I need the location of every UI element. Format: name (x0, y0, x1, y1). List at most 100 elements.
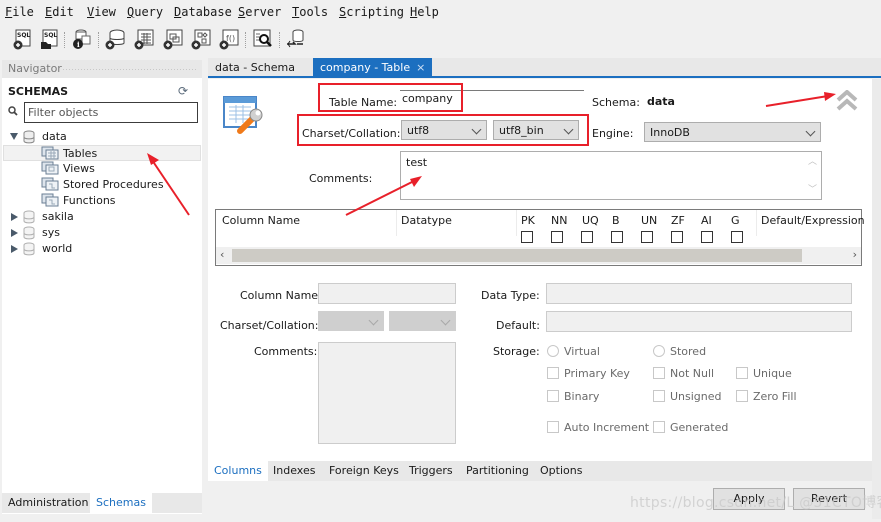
tab-partitioning[interactable]: Partitioning (460, 461, 535, 481)
chevron-down-icon (368, 315, 379, 326)
header-datatype[interactable]: Datatype (401, 214, 452, 227)
engine-select[interactable]: InnoDB (644, 122, 821, 142)
column-divider (756, 210, 757, 236)
menu-edit[interactable]: Edit (45, 5, 74, 19)
unsigned-checkbox[interactable]: Unsigned (653, 390, 722, 403)
uq-header-checkbox[interactable] (581, 231, 593, 243)
header-nn[interactable]: NN (551, 214, 567, 227)
tree-item-functions[interactable]: Functions (4, 193, 194, 209)
tab-data-schema[interactable]: data - Schema (208, 58, 302, 77)
b-header-checkbox[interactable] (611, 231, 623, 243)
header-zf[interactable]: ZF (671, 214, 685, 227)
svg-text:i: i (77, 40, 80, 49)
column-collation-select[interactable] (389, 311, 456, 331)
open-sql-script-button[interactable]: SQL (38, 28, 60, 50)
tree-item-stored-procedures[interactable]: Stored Procedures (4, 177, 194, 193)
column-name-input[interactable] (318, 283, 456, 304)
horizontal-scrollbar[interactable]: ‹ › (216, 247, 861, 264)
filter-objects-input[interactable] (24, 102, 198, 123)
pk-header-checkbox[interactable] (521, 231, 533, 243)
expand-caret-icon[interactable] (11, 245, 18, 253)
close-tab-icon[interactable]: × (416, 61, 425, 74)
panel-grip[interactable] (62, 68, 197, 72)
column-comments-textarea[interactable] (318, 342, 456, 444)
header-column-name[interactable]: Column Name (222, 214, 300, 227)
menu-query[interactable]: Query (127, 5, 163, 19)
tab-options[interactable]: Options (534, 461, 588, 481)
create-schema-button[interactable] (104, 28, 126, 50)
menu-mnemonic: D (174, 5, 182, 19)
columns-grid: Column Name Datatype PK NN UQ B UN ZF AI… (215, 209, 865, 266)
generated-checkbox[interactable]: Generated (653, 421, 728, 434)
create-procedure-button[interactable] (190, 28, 212, 50)
menu-database[interactable]: Database (174, 5, 232, 19)
tree-item-data[interactable]: data (8, 129, 198, 145)
toolbar-separator (279, 32, 280, 48)
refresh-icon[interactable]: ⟳ (178, 84, 188, 98)
tab-foreign-keys[interactable]: Foreign Keys (323, 461, 405, 481)
menu-tools[interactable]: Tools (292, 5, 328, 19)
data-type-input[interactable] (546, 283, 852, 304)
scroll-left-icon[interactable]: ‹ (220, 248, 224, 261)
default-input[interactable] (546, 311, 852, 332)
create-view-button[interactable] (162, 28, 184, 50)
header-uq[interactable]: UQ (582, 214, 599, 227)
header-ai[interactable]: AI (701, 214, 712, 227)
reconnect-button[interactable] (285, 28, 307, 50)
menu-view[interactable]: View (87, 5, 116, 19)
new-sql-tab-button[interactable]: SQL (11, 28, 33, 50)
un-header-checkbox[interactable] (641, 231, 653, 243)
tree-item-sys[interactable]: sys (8, 225, 198, 241)
tab-administration[interactable]: Administration (2, 493, 95, 513)
expand-caret-icon[interactable] (11, 229, 18, 237)
scroll-right-icon[interactable]: › (853, 248, 857, 261)
g-header-checkbox[interactable] (731, 231, 743, 243)
binary-checkbox[interactable]: Binary (547, 390, 599, 403)
primary-key-checkbox[interactable]: Primary Key (547, 367, 630, 380)
scroll-up-icon[interactable]: ︿ (808, 154, 817, 167)
tab-indexes[interactable]: Indexes (267, 461, 321, 481)
toolbar-separator (64, 32, 65, 48)
zf-header-checkbox[interactable] (671, 231, 683, 243)
header-b[interactable]: B (612, 214, 620, 227)
tab-company-table[interactable]: company - Table × (313, 58, 433, 77)
scrollbar-thumb[interactable] (232, 249, 802, 262)
annotation-box-table-name (318, 83, 463, 112)
double-chevron-up-icon[interactable] (836, 90, 858, 112)
expand-caret-icon[interactable] (10, 133, 18, 140)
auto-increment-checkbox[interactable]: Auto Increment (547, 421, 649, 434)
menu-file[interactable]: File (5, 5, 34, 19)
tree-item-sakila[interactable]: sakila (8, 209, 198, 225)
unique-checkbox[interactable]: Unique (736, 367, 792, 380)
menu-mnemonic: T (292, 5, 300, 19)
create-function-button[interactable]: f() (218, 28, 240, 50)
menu-help[interactable]: Help (410, 5, 439, 19)
zero-fill-checkbox[interactable]: Zero Fill (736, 390, 797, 403)
tab-triggers[interactable]: Triggers (403, 461, 459, 481)
expand-caret-icon[interactable] (11, 213, 18, 221)
tab-schemas[interactable]: Schemas (90, 493, 152, 513)
menu-mnemonic: F (5, 5, 13, 19)
header-un[interactable]: UN (641, 214, 657, 227)
header-pk[interactable]: PK (521, 214, 535, 227)
header-g[interactable]: G (731, 214, 740, 227)
not-null-checkbox[interactable]: Not Null (653, 367, 714, 380)
comments-text: test (406, 156, 428, 169)
scroll-down-icon[interactable]: ﹀ (808, 182, 817, 195)
schema-inspector-button[interactable]: i (70, 28, 92, 50)
menu-scripting[interactable]: Scripting (339, 5, 404, 19)
ai-header-checkbox[interactable] (701, 231, 713, 243)
menu-server[interactable]: Server (238, 5, 281, 19)
header-default-expression[interactable]: Default/Expression (761, 214, 865, 227)
create-table-button[interactable] (133, 28, 155, 50)
nn-header-checkbox[interactable] (551, 231, 563, 243)
tree-item-world[interactable]: world (8, 241, 198, 257)
storage-virtual-radio[interactable]: Virtual (547, 345, 600, 358)
table-comments-textarea[interactable]: test ︿ ﹀ (400, 151, 822, 200)
tree-item-tables[interactable]: Tables (3, 145, 201, 161)
search-table-data-button[interactable] (251, 28, 273, 50)
tree-item-views[interactable]: Views (4, 161, 194, 177)
column-charset-select[interactable] (318, 311, 384, 331)
storage-stored-radio[interactable]: Stored (653, 345, 706, 358)
tab-columns[interactable]: Columns (208, 461, 268, 481)
